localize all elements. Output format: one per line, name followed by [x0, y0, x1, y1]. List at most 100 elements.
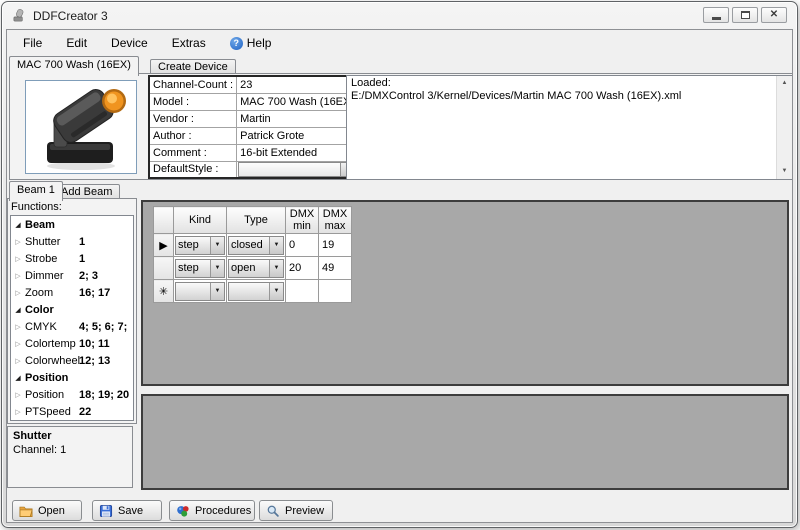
- dropdown-value: step: [176, 260, 210, 277]
- scroll-down-icon[interactable]: ▼: [777, 164, 792, 179]
- save-button[interactable]: Save: [92, 500, 162, 521]
- button-label: Save: [118, 505, 143, 517]
- tree-item-dimmer[interactable]: ▷ Dimmer 2; 3: [11, 267, 133, 284]
- row-selector[interactable]: ✳: [154, 280, 174, 303]
- tree-item-ptspeed[interactable]: ▷ PTSpeed 22: [11, 403, 133, 420]
- type-cell[interactable]: closed ▼: [227, 234, 286, 257]
- collapsed-icon[interactable]: ▷: [11, 408, 25, 416]
- dmx-max-cell[interactable]: 19: [319, 234, 352, 257]
- preview-button[interactable]: Preview: [259, 500, 333, 521]
- author-field[interactable]: Patrick Grote: [237, 127, 358, 144]
- maximize-icon: [741, 11, 750, 19]
- type-dropdown[interactable]: closed ▼: [228, 236, 284, 255]
- chevron-down-icon[interactable]: ▼: [210, 283, 224, 300]
- minimize-icon: [712, 17, 721, 20]
- tree-item-position[interactable]: ▷ Position 18; 19; 20: [11, 386, 133, 403]
- scroll-up-icon[interactable]: ▲: [777, 76, 792, 91]
- maximize-button[interactable]: [732, 7, 758, 23]
- tree-group-position[interactable]: ◢ Position: [11, 369, 133, 386]
- kind-cell[interactable]: ▼: [174, 280, 227, 303]
- kind-cell[interactable]: step ▼: [174, 257, 227, 280]
- collapsed-icon[interactable]: ▷: [11, 238, 25, 246]
- tree-item-channels: 2; 3: [79, 270, 98, 282]
- dmx-max-cell[interactable]: [319, 280, 352, 303]
- tree-item-colorwheel[interactable]: ▷ Colorwheel 12; 13: [11, 352, 133, 369]
- collapsed-icon[interactable]: ▷: [11, 323, 25, 331]
- procedures-button[interactable]: Procedures: [169, 500, 255, 521]
- dmx-max-cell[interactable]: 49: [319, 257, 352, 280]
- open-button[interactable]: Open: [12, 500, 82, 521]
- column-header-type[interactable]: Type: [227, 207, 286, 234]
- grid-corner-cell[interactable]: [154, 207, 174, 234]
- type-dropdown[interactable]: open ▼: [228, 259, 284, 278]
- menu-help[interactable]: ? Help: [230, 36, 272, 50]
- channel-count-field[interactable]: 23: [237, 76, 358, 93]
- collapsed-icon[interactable]: ▷: [11, 357, 25, 365]
- menu-bar: File Edit Device Extras ? Help: [7, 30, 792, 56]
- default-style-dropdown[interactable]: ▼: [238, 162, 356, 177]
- kind-dropdown[interactable]: step ▼: [175, 236, 225, 255]
- tree-group-beam[interactable]: ◢ Beam: [11, 216, 133, 233]
- tree-item-channels: 10; 11: [79, 338, 110, 350]
- collapsed-icon[interactable]: ▷: [11, 340, 25, 348]
- dropdown-value: [239, 163, 340, 176]
- tree-item-label: Position: [25, 389, 79, 401]
- chevron-down-icon[interactable]: ▼: [269, 260, 283, 277]
- tree-item-channels: 12; 13: [79, 355, 110, 367]
- new-row-icon: ✳: [159, 286, 168, 298]
- type-cell[interactable]: ▼: [227, 280, 286, 303]
- collapsed-icon[interactable]: ▷: [11, 255, 25, 263]
- dmx-min-cell[interactable]: 0: [286, 234, 319, 257]
- close-button[interactable]: ✕: [761, 7, 787, 23]
- table-row: DefaultStyle : ▼: [149, 161, 358, 178]
- table-row: Channel-Count : 23: [149, 76, 358, 93]
- dmx-min-cell[interactable]: [286, 280, 319, 303]
- menu-device[interactable]: Device: [111, 36, 148, 50]
- menu-file[interactable]: File: [23, 36, 42, 50]
- column-header-dmx-min[interactable]: DMXmin: [286, 207, 319, 234]
- tab-device[interactable]: MAC 700 Wash (16EX): [9, 56, 139, 76]
- tree-item-cmyk[interactable]: ▷ CMYK 4; 5; 6; 7;: [11, 318, 133, 335]
- type-dropdown[interactable]: ▼: [228, 282, 284, 301]
- row-selector[interactable]: [154, 257, 174, 280]
- minimize-button[interactable]: [703, 7, 729, 23]
- column-header-dmx-max[interactable]: DMXmax: [319, 207, 352, 234]
- chevron-down-icon[interactable]: ▼: [269, 237, 283, 254]
- log-textbox[interactable]: Loaded: E:/DMXControl 3/Kernel/Devices/M…: [346, 75, 793, 180]
- kind-dropdown[interactable]: ▼: [175, 282, 225, 301]
- kind-cell[interactable]: step ▼: [174, 234, 227, 257]
- model-field[interactable]: MAC 700 Wash (16EX): [237, 93, 358, 110]
- tree-item-zoom[interactable]: ▷ Zoom 16; 17: [11, 284, 133, 301]
- type-cell[interactable]: open ▼: [227, 257, 286, 280]
- tree-group-raw[interactable]: ◢ Raw: [11, 420, 133, 421]
- menu-edit[interactable]: Edit: [66, 36, 87, 50]
- tab-beam-1[interactable]: Beam 1: [9, 181, 63, 201]
- expanded-icon[interactable]: ◢: [11, 306, 25, 314]
- chevron-down-icon[interactable]: ▼: [210, 260, 224, 277]
- app-icon: [12, 8, 27, 23]
- info-label: Channel-Count :: [149, 76, 237, 93]
- collapsed-icon[interactable]: ▷: [11, 272, 25, 280]
- tree-item-shutter[interactable]: ▷ Shutter 1: [11, 233, 133, 250]
- collapsed-icon[interactable]: ▷: [11, 289, 25, 297]
- menu-extras[interactable]: Extras: [172, 36, 206, 50]
- log-scrollbar[interactable]: ▲ ▼: [776, 76, 792, 179]
- kind-dropdown[interactable]: step ▼: [175, 259, 225, 278]
- tree-item-colortemp[interactable]: ▷ Colortemp 10; 11: [11, 335, 133, 352]
- chevron-down-icon[interactable]: ▼: [210, 237, 224, 254]
- expanded-icon[interactable]: ◢: [11, 221, 25, 229]
- dmx-min-cell[interactable]: 20: [286, 257, 319, 280]
- collapsed-icon[interactable]: ▷: [11, 391, 25, 399]
- tree-item-label: Colorwheel: [25, 355, 79, 367]
- comment-field[interactable]: 16-bit Extended: [237, 144, 358, 161]
- help-icon: ?: [230, 37, 243, 50]
- tree-group-color[interactable]: ◢ Color: [11, 301, 133, 318]
- current-row-icon: ▶: [159, 240, 167, 252]
- chevron-down-icon[interactable]: ▼: [269, 283, 283, 300]
- column-header-kind[interactable]: Kind: [174, 207, 227, 234]
- expanded-icon[interactable]: ◢: [11, 374, 25, 382]
- vendor-field[interactable]: Martin: [237, 110, 358, 127]
- grid-row: step ▼ open ▼ 20 49: [154, 257, 352, 280]
- row-selector[interactable]: ▶: [154, 234, 174, 257]
- tree-item-strobe[interactable]: ▷ Strobe 1: [11, 250, 133, 267]
